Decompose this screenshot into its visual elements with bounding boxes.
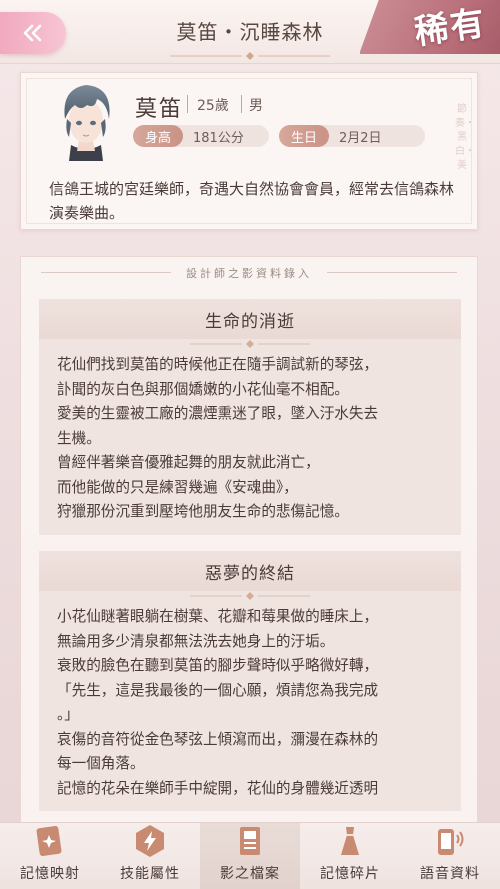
height-stat: 身高 181公分 bbox=[133, 125, 269, 147]
nav-label: 影之檔案 bbox=[220, 866, 280, 882]
bottom-nav: 記憶映射 技能屬性 影之檔案 記憶碎片 語音資料 bbox=[0, 822, 500, 889]
profile-card: 莫笛 25歲 男 身高 181公分 生日 2月2日 節奏・黑白・美 信鴿王城的宮… bbox=[20, 72, 478, 230]
text-line: 小花仙瞇著眼躺在樹葉、花瓣和莓果做的睡床上， bbox=[57, 608, 379, 625]
text-line: 「先生，這是我最後的一個心願，煩請您為我完成 bbox=[57, 681, 379, 699]
text-line: 訃聞的灰白色與那個嬌嫩的小花仙毫不相配。 bbox=[57, 380, 349, 398]
record-section: 惡夢的終結 小花仙瞇著眼躺在樹葉、花瓣和莓果做的睡床上， 無論用多少清泉都無法洗… bbox=[39, 551, 461, 811]
text-line: 生機。 bbox=[57, 429, 101, 447]
text-line: 愛美的生靈被工廠的濃煙熏迷了眼，墜入汙水失去 bbox=[57, 405, 379, 422]
text-line: 狩獵那份沉重到壓垮他朋友生命的悲傷記憶。 bbox=[57, 503, 349, 520]
birthday-stat: 生日 2月2日 bbox=[279, 125, 425, 147]
phone-voice-icon bbox=[438, 829, 464, 855]
text-line: 衰敗的臉色在聽到莫笛的腳步聲時似乎略微好轉， bbox=[57, 657, 379, 674]
side-decoration-text: 節奏・黑白・美 bbox=[455, 104, 475, 171]
section-ornament bbox=[190, 340, 310, 348]
records-panel[interactable]: 設計師之影資料錄入 生命的消逝 花仙們找到莫笛的時候他正在隨手調試新的琴弦， 訃… bbox=[20, 256, 478, 826]
birthday-label: 生日 bbox=[279, 125, 330, 147]
divider bbox=[327, 272, 457, 273]
nav-label: 技能屬性 bbox=[120, 866, 180, 882]
title-ornament bbox=[170, 52, 330, 60]
section-title: 惡夢的終結 bbox=[39, 551, 461, 591]
document-icon bbox=[240, 827, 260, 855]
nav-label: 語音資料 bbox=[420, 866, 480, 882]
text-line: 曾經伴著樂音優雅起舞的朋友就此消亡， bbox=[57, 454, 320, 471]
text-line: 哀傷的音符從金色琴弦上傾瀉而出，瀰漫在森林的 bbox=[57, 730, 379, 748]
section-body: 小花仙瞇著眼躺在樹葉、花瓣和莓果做的睡床上， 無論用多少清泉都無法洗去她身上的汙… bbox=[39, 601, 461, 811]
nav-item-skill-attributes[interactable]: 技能屬性 bbox=[100, 823, 200, 889]
birthday-value: 2月2日 bbox=[339, 130, 382, 146]
divider bbox=[241, 95, 242, 113]
lightning-icon bbox=[136, 825, 164, 857]
header: 莫笛・沉睡森林 稀有 bbox=[0, 0, 500, 64]
record-section: 生命的消逝 花仙們找到莫笛的時候他正在隨手調試新的琴弦， 訃聞的灰白色與那個嬌嫩… bbox=[39, 299, 461, 535]
divider bbox=[187, 95, 188, 113]
nav-label: 記憶碎片 bbox=[320, 866, 380, 882]
records-heading: 設計師之影資料錄入 bbox=[186, 267, 312, 280]
dress-icon bbox=[341, 827, 359, 855]
nav-item-memory-mapping[interactable]: 記憶映射 bbox=[0, 823, 100, 889]
avatar bbox=[64, 85, 110, 161]
section-body: 花仙們找到莫笛的時候他正在隨手調試新的琴弦， 訃聞的灰白色與那個嬌嫩的小花仙毫不… bbox=[39, 349, 461, 535]
nav-item-voice-data[interactable]: 語音資料 bbox=[400, 823, 500, 889]
character-description: 信鴿王城的宮廷樂師，奇遇大自然協會會員，經常去信鴿森林演奏樂曲。 bbox=[49, 180, 455, 222]
text-line: 花仙們找到莫笛的時候他正在隨手調試新的琴弦， bbox=[57, 356, 379, 373]
height-value: 181公分 bbox=[193, 130, 244, 146]
text-line: 記憶的花朵在樂師手中綻開，花仙的身體幾近透明 bbox=[57, 779, 379, 797]
section-title: 生命的消逝 bbox=[39, 299, 461, 339]
nav-item-shadow-files[interactable]: 影之檔案 bbox=[200, 823, 300, 889]
text-line: 而他能做的只是練習幾遍《安魂曲》， bbox=[57, 478, 298, 496]
character-name: 莫笛 bbox=[135, 97, 184, 122]
text-line: 無論用多少清泉都無法洗去她身上的汙垢。 bbox=[57, 632, 335, 650]
memory-card-icon bbox=[36, 825, 62, 857]
height-label: 身高 bbox=[133, 125, 184, 147]
nav-item-memory-fragments[interactable]: 記憶碎片 bbox=[300, 823, 400, 889]
age-value: 25歲 bbox=[197, 98, 229, 114]
nav-label: 記憶映射 bbox=[20, 866, 80, 882]
section-ornament bbox=[190, 592, 310, 600]
gender-value: 男 bbox=[249, 98, 263, 114]
rarity-ribbon: 稀有 bbox=[360, 0, 500, 64]
text-line: 每一個角落。 bbox=[57, 755, 145, 772]
text-line: 。」 bbox=[57, 706, 79, 723]
